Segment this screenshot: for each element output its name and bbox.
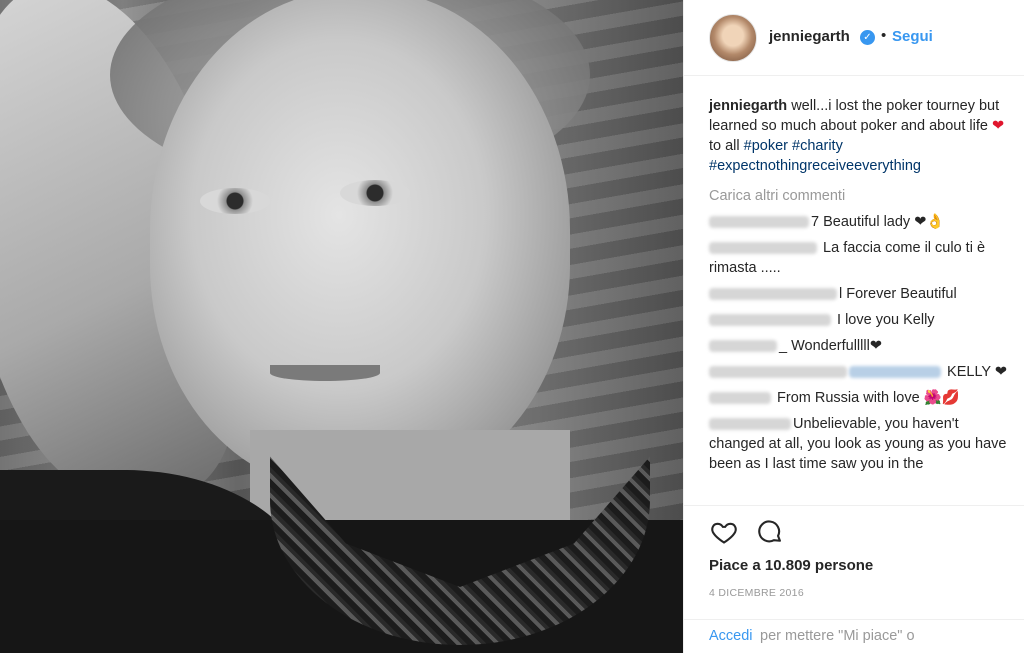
right-eye xyxy=(340,180,410,206)
comment-row: La faccia come il culo ti è rimasta ....… xyxy=(709,238,1009,278)
comments-section: jenniegarth well...i lost the poker tour… xyxy=(709,96,1009,480)
heart-emoji: ❤ xyxy=(991,118,1005,134)
avatar[interactable] xyxy=(709,14,757,62)
caption-text-2: to all xyxy=(709,138,744,154)
load-more-comments[interactable]: Carica altri commenti xyxy=(709,186,1009,206)
login-link[interactable]: Accedi xyxy=(709,628,753,644)
blurred-username xyxy=(709,418,791,431)
comment-row: Unbelievable, you haven't changed at all… xyxy=(709,414,1009,474)
caption: jenniegarth well...i lost the poker tour… xyxy=(709,96,1009,176)
caption-username[interactable]: jenniegarth xyxy=(709,98,787,114)
comment-text: KELLY ❤ xyxy=(947,364,1008,380)
hashtag-charity[interactable]: #charity xyxy=(792,138,843,154)
blurred-username xyxy=(709,288,837,301)
comment-user-suffix: _ xyxy=(779,338,788,354)
action-bar: Piace a 10.809 persone 4 DICEMBRE 2016 A… xyxy=(684,505,1024,656)
post-sidebar: jenniegarth ✓ • Segui jenniegarth well..… xyxy=(683,0,1024,656)
post-photo[interactable] xyxy=(0,0,683,653)
left-eye xyxy=(200,188,270,214)
mouth xyxy=(270,365,380,381)
blurred-username xyxy=(709,392,771,405)
post-header: jenniegarth ✓ • Segui xyxy=(684,0,1024,76)
comment-row: _ Wonderfulllll❤ xyxy=(709,336,1009,356)
comment-icon[interactable] xyxy=(756,518,784,546)
comment-row: I love you Kelly xyxy=(709,310,1009,330)
blurred-username xyxy=(709,366,847,379)
comment-text: I love you Kelly xyxy=(837,312,935,328)
login-text: per mettere "Mi piace" o xyxy=(760,628,915,644)
hashtag-poker[interactable]: #poker xyxy=(744,138,788,154)
blurred-username xyxy=(709,340,777,353)
face xyxy=(150,0,570,490)
blurred-mention xyxy=(849,366,941,379)
blurred-username xyxy=(709,216,809,229)
comment-text: Forever Beautiful xyxy=(842,286,957,302)
separator-dot: • xyxy=(881,27,887,44)
comment-text: From Russia with love 🌺💋 xyxy=(777,390,960,406)
comment-text: Beautiful lady ❤👌 xyxy=(819,214,945,230)
heart-icon[interactable] xyxy=(710,518,738,546)
comment-row: 7 Beautiful lady ❤👌 xyxy=(709,212,1009,232)
comment-row: From Russia with love 🌺💋 xyxy=(709,388,1009,408)
follow-button[interactable]: Segui xyxy=(892,28,933,45)
comment-text: Wonderfulllll❤ xyxy=(787,338,882,354)
hashtag-expectnothing[interactable]: #expectnothingreceiveeverything xyxy=(709,158,921,174)
blurred-username xyxy=(709,242,817,255)
blurred-username xyxy=(709,314,831,327)
verified-icon: ✓ xyxy=(860,30,875,45)
login-prompt: Accedi per mettere "Mi piace" o xyxy=(684,619,1024,660)
likes-count[interactable]: Piace a 10.809 persone xyxy=(709,557,873,574)
comment-row: l Forever Beautiful xyxy=(709,284,1009,304)
comment-row: KELLY ❤ xyxy=(709,362,1009,382)
post-date: 4 DICEMBRE 2016 xyxy=(709,587,804,599)
comment-user-suffix: 7 xyxy=(811,214,820,230)
header-username[interactable]: jenniegarth xyxy=(769,28,850,45)
